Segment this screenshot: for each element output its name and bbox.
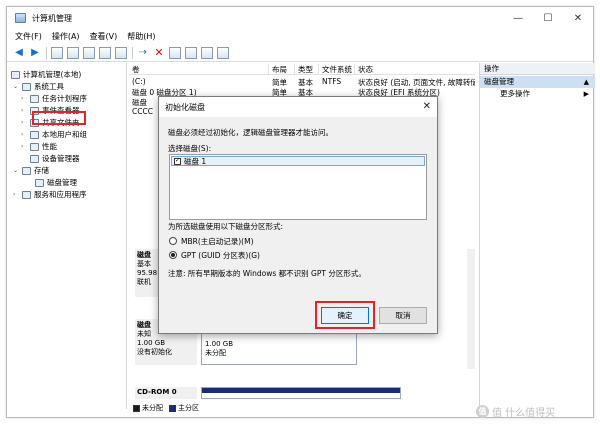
close-button[interactable]: ✕ xyxy=(563,7,593,29)
menu-help[interactable]: 帮助(H) xyxy=(127,31,155,42)
tree-local-users[interactable]: › 本地用户和组 xyxy=(21,129,87,140)
help-icon[interactable] xyxy=(83,46,95,59)
unallocated-swatch xyxy=(133,404,140,412)
view-icon[interactable] xyxy=(99,46,111,59)
dialog-title: 初始化磁盘 xyxy=(165,102,205,112)
expand-icon[interactable]: › xyxy=(21,131,28,138)
services-icon xyxy=(22,190,31,199)
watermark-logo-icon: 值 xyxy=(476,405,489,418)
menu-view[interactable]: 查看(V) xyxy=(90,31,118,42)
submenu-arrow-icon: ▶ xyxy=(583,90,589,98)
tree-system-tools[interactable]: ⌄ 系统工具 xyxy=(13,81,64,92)
search-icon[interactable] xyxy=(185,46,197,59)
table-row[interactable]: (C:) 简单 基本 NTFS 状态良好 (启动, 页面文件, 故障转储, 基本 xyxy=(129,77,475,87)
users-icon xyxy=(30,130,39,139)
expand-icon[interactable]: › xyxy=(21,143,28,150)
forward-arrow-icon[interactable]: ▶ xyxy=(29,47,41,59)
disk-checkbox[interactable]: ✓ xyxy=(174,157,181,165)
minimize-button[interactable]: — xyxy=(503,7,533,29)
partition-legend: 未分配 主分区 xyxy=(133,403,199,413)
back-arrow-icon[interactable]: ◀ xyxy=(13,47,25,59)
col-status[interactable]: 状态 xyxy=(355,64,475,75)
volume-list-header: 卷 布局 类型 文件系统 状态 xyxy=(129,64,475,75)
clock-icon xyxy=(30,94,39,103)
properties-icon[interactable] xyxy=(67,46,79,59)
disk-management-highlight xyxy=(32,111,86,125)
tree-storage[interactable]: ⌄ 存储 xyxy=(13,165,49,176)
menu-bar: 文件(F) 操作(A) 查看(V) 帮助(H) xyxy=(7,29,593,43)
export-icon[interactable] xyxy=(169,46,181,59)
tree-performance[interactable]: › 性能 xyxy=(21,141,57,152)
mbr-radio[interactable] xyxy=(169,237,177,245)
tree-device-manager[interactable]: 设备管理器 xyxy=(30,153,80,164)
list-view-icon[interactable] xyxy=(115,46,127,59)
computer-management-icon xyxy=(15,13,26,23)
dialog-close-icon[interactable]: ✕ xyxy=(423,101,431,112)
tree-task-scheduler[interactable]: › 任务计划程序 xyxy=(21,93,87,104)
tree-disk-management[interactable]: 磁盘管理 xyxy=(35,177,77,188)
menu-file[interactable]: 文件(F) xyxy=(15,31,42,42)
expand-icon[interactable]: › xyxy=(21,119,28,126)
gpt-radio[interactable] xyxy=(169,251,177,259)
cdrom-label[interactable]: CD-ROM 0 xyxy=(135,387,197,399)
collapse-icon[interactable]: ⌄ xyxy=(13,83,20,90)
collapse-icon[interactable]: ⌄ xyxy=(13,167,20,174)
delete-icon[interactable]: ✕ xyxy=(153,46,165,59)
cancel-button[interactable]: 取消 xyxy=(379,307,427,324)
dialog-title-bar[interactable]: 初始化磁盘 ✕ xyxy=(159,97,437,117)
actions-header: 操作 xyxy=(480,63,595,75)
gpt-note: 注意: 所有早期版本的 Windows 都不识别 GPT 分区形式。 xyxy=(168,269,366,278)
window-title: 计算机管理 xyxy=(32,13,72,23)
more-actions-item[interactable]: 更多操作 ▶ xyxy=(480,88,595,100)
disk-view-scrollbar[interactable] xyxy=(467,249,475,369)
disk-management-icon xyxy=(35,178,44,187)
ok-button-highlight xyxy=(315,301,375,329)
expand-icon[interactable]: › xyxy=(21,95,28,102)
connect-icon[interactable]: ⇢ xyxy=(137,47,149,59)
console-tree-icon[interactable] xyxy=(51,46,63,59)
col-filesystem[interactable]: 文件系统 xyxy=(319,64,355,75)
cdrom-partition[interactable] xyxy=(201,387,401,399)
partition-style-label: 为所选磁盘使用以下磁盘分区形式: xyxy=(168,222,284,231)
menu-action[interactable]: 操作(A) xyxy=(52,31,80,42)
details-icon[interactable] xyxy=(217,46,229,59)
performance-icon xyxy=(30,142,39,151)
mbr-option[interactable]: MBR(主启动记录)(M) xyxy=(169,236,254,246)
disk-list[interactable]: ✓ 磁盘 1 xyxy=(169,154,427,220)
primary-swatch xyxy=(169,404,176,412)
title-bar[interactable]: 计算机管理 — ☐ ✕ xyxy=(7,7,593,29)
tree-root[interactable]: 计算机管理(本地) xyxy=(11,69,81,80)
computer-icon xyxy=(11,70,20,79)
collapse-up-icon[interactable]: ▲ xyxy=(584,76,589,88)
expand-icon[interactable]: › xyxy=(21,107,28,114)
storage-icon xyxy=(22,166,31,175)
initialize-disk-dialog: 初始化磁盘 ✕ 磁盘必须经过初始化，逻辑磁盘管理器才能访问。 选择磁盘(S): … xyxy=(158,96,438,334)
col-volume[interactable]: 卷 xyxy=(129,64,269,75)
tools-icon xyxy=(22,82,31,91)
disk-list-item[interactable]: ✓ 磁盘 1 xyxy=(171,156,425,166)
dialog-intro: 磁盘必须经过初始化，逻辑磁盘管理器才能访问。 xyxy=(168,128,333,137)
gpt-option[interactable]: GPT (GUID 分区表)(G) xyxy=(169,250,260,260)
maximize-button[interactable]: ☐ xyxy=(533,7,563,29)
col-type[interactable]: 类型 xyxy=(295,64,319,75)
device-manager-icon xyxy=(30,154,39,163)
actions-section-disk-management[interactable]: 磁盘管理 ▲ xyxy=(480,76,595,88)
watermark: 值 值 什么值得买 xyxy=(476,404,555,419)
expand-icon[interactable]: › xyxy=(13,191,20,198)
folder-icon[interactable] xyxy=(201,46,213,59)
select-disk-label: 选择磁盘(S): xyxy=(168,144,212,153)
actions-pane: 操作 磁盘管理 ▲ 更多操作 ▶ xyxy=(479,63,595,409)
toolbar: ◀ ▶ ⇢ ✕ xyxy=(7,44,593,62)
tree-services-apps[interactable]: › 服务和应用程序 xyxy=(13,189,87,200)
col-layout[interactable]: 布局 xyxy=(269,64,295,75)
